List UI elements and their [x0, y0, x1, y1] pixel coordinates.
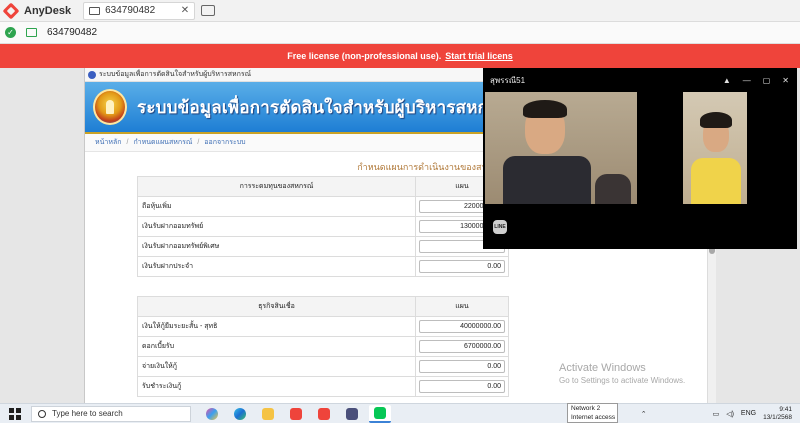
plan-value-input[interactable]: 40000000.00 [419, 320, 505, 333]
table-header-row: การระดมทุนของสหกรณ์ แผน [137, 176, 509, 197]
notification-chevron-icon[interactable]: ⌃ [641, 410, 647, 418]
table-row: ถือหุ้นเพิ่ม 2200000.00 [137, 196, 509, 217]
breadcrumb-home-link[interactable]: หน้าหลัก [95, 137, 121, 148]
clock-time: 9:41 [779, 405, 792, 413]
network-tooltip-name: Network 2 [571, 405, 601, 412]
participant-video-2[interactable] [683, 92, 747, 204]
site-favicon-icon [88, 70, 96, 79]
line-app-icon: LINE [493, 220, 507, 234]
row-label: เงินรับฝากออมทรัพย์พิเศษ [137, 236, 416, 257]
edge-app-icon[interactable] [229, 405, 251, 423]
line-taskbar-app-icon[interactable] [369, 404, 391, 423]
row-label: เงินให้กู้ยืมระยะสั้น - สุทธิ [137, 316, 416, 337]
table-header-label: การระดมทุนของสหกรณ์ [137, 176, 416, 197]
video-call-window[interactable]: สุพรรณี51 ▲ — ▢ ✕ LINE [483, 68, 797, 249]
copilot-app-icon[interactable] [201, 405, 223, 423]
plan-value-input[interactable]: 6700000.00 [419, 340, 505, 353]
credit-business-plan-table: ธุรกิจสินเชื่อ แผน เงินให้กู้ยืมระยะสั้น… [137, 296, 509, 397]
row-label: ถือหุ้นเพิ่ม [137, 196, 416, 217]
anydesk-app-name: AnyDesk [24, 4, 72, 17]
anydesk-app-icon[interactable] [285, 405, 307, 423]
plan-value-input[interactable]: 0.00 [419, 380, 505, 393]
row-label: รับชำระเงินกู้ [137, 376, 416, 397]
row-label: จ่ายเงินให้กู้ [137, 356, 416, 377]
anydesk-logo-icon [2, 2, 20, 19]
search-icon [38, 409, 46, 418]
input-language[interactable]: ENG [741, 410, 756, 417]
close-tab-icon[interactable]: ✕ [181, 5, 189, 16]
new-session-icon[interactable] [201, 5, 216, 16]
start-trial-link[interactable]: Start trial licens [445, 51, 513, 61]
pin-icon[interactable]: ▲ [723, 76, 731, 85]
anydesk-address-bar: ✓ 634790482 [0, 22, 800, 44]
license-text: Free license (non-professional use). [287, 51, 442, 61]
volume-icon[interactable]: ◁) [726, 410, 734, 418]
table-row: เงินรับฝากออมทรัพย์พิเศษ 0.00 [137, 236, 509, 257]
table-header-value: แผน [415, 296, 509, 317]
table-row: ดอกเบี้ยรับ 6700000.00 [137, 336, 509, 357]
participant-body [503, 156, 591, 204]
participant-body [691, 158, 741, 204]
row-label: ดอกเบี้ยรับ [137, 336, 416, 357]
close-icon[interactable]: ✕ [782, 76, 789, 85]
display-icon[interactable]: ▭ [713, 410, 720, 418]
license-banner: Free license (non-professional use). Sta… [0, 44, 800, 68]
breadcrumb-separator: / [126, 139, 129, 146]
cooperative-emblem-icon [93, 89, 127, 125]
anydesk-logo: AnyDesk [2, 2, 72, 19]
participant-video-1[interactable] [485, 92, 637, 204]
remote-desktop[interactable]: ระบบข้อมูลเพื่อการตัดสินใจสำหรับผู้บริหา… [0, 68, 800, 403]
minimize-icon[interactable]: — [743, 76, 751, 85]
table-row: เงินรับฝากประจำ 0.00 [137, 256, 509, 277]
activate-windows-title: Activate Windows [559, 362, 646, 374]
participant-hair [523, 100, 567, 118]
participant-hair [700, 112, 732, 128]
system-tray: ⌃ ▭ ◁) ENG 9:41 13/1/2568 [641, 406, 792, 422]
store-app-icon[interactable] [341, 405, 363, 423]
video-call-titlebar: สุพรรณี51 ▲ — ▢ ✕ [483, 68, 797, 92]
taskbar-clock[interactable]: 9:41 13/1/2568 [763, 406, 792, 422]
table-row: รับชำระเงินกู้ 0.00 [137, 376, 509, 397]
windows-taskbar: Type here to search ⌃ ▭ ◁) ENG 9:41 13/1… [0, 403, 800, 423]
windows-start-icon[interactable] [9, 407, 21, 420]
taskbar-apps [201, 404, 391, 423]
network-tooltip-status: Internet access [571, 414, 616, 421]
background-person [595, 174, 631, 204]
taskbar-search-input[interactable]: Type here to search [31, 405, 191, 422]
table-header-row: ธุรกิจสินเชื่อ แผน [137, 296, 509, 317]
breadcrumb-separator: / [197, 139, 200, 146]
activate-windows-watermark: Activate Windows Go to Settings to activ… [559, 362, 685, 385]
site-title: ระบบข้อมูลเพื่อการตัดสินใจสำหรับผู้บริหา… [137, 97, 514, 117]
video-call-title: สุพรรณี51 [490, 75, 526, 85]
table-header-label: ธุรกิจสินเชื่อ [137, 296, 416, 317]
connected-check-icon: ✓ [5, 27, 16, 38]
table-row: เงินรับฝากออมทรัพย์ 13000000.00 [137, 216, 509, 237]
plan-value-input[interactable]: 0.00 [419, 360, 505, 373]
session-tab[interactable]: 634790482 ✕ [83, 1, 196, 20]
remote-screen-icon[interactable] [26, 28, 37, 37]
window-controls: ▲ — ▢ ✕ [723, 76, 789, 85]
maximize-icon[interactable]: ▢ [763, 76, 771, 85]
anydesk-app-icon-2[interactable] [313, 405, 335, 423]
row-label: เงินรับฝากประจำ [137, 256, 416, 277]
breadcrumb-logout-link[interactable]: ออกจากระบบ [204, 137, 245, 148]
table-row: เงินให้กู้ยืมระยะสั้น - สุทธิ 40000000.0… [137, 316, 509, 337]
anydesk-titlebar: AnyDesk 634790482 ✕ [0, 0, 800, 22]
search-placeholder: Type here to search [52, 409, 123, 418]
file-explorer-app-icon[interactable] [257, 405, 279, 423]
network-tooltip: Network 2 Internet access [567, 403, 618, 423]
site-top-strip-text: ระบบข้อมูลเพื่อการตัดสินใจสำหรับผู้บริหา… [99, 71, 252, 78]
activate-windows-subtitle: Go to Settings to activate Windows. [559, 376, 686, 385]
plan-value-input[interactable]: 0.00 [419, 260, 505, 273]
breadcrumb-plan-link[interactable]: กำหนดแผนสหกรณ์ [133, 137, 192, 148]
clock-date: 13/1/2568 [763, 413, 792, 421]
anydesk-window: AnyDesk 634790482 ✕ ✓ 634790482 Free lic… [0, 0, 800, 423]
table-row: จ่ายเงินให้กู้ 0.00 [137, 356, 509, 377]
session-tab-label: 634790482 [105, 5, 156, 16]
address-input[interactable]: 634790482 [47, 27, 97, 38]
monitor-icon [89, 6, 101, 15]
row-label: เงินรับฝากออมทรัพย์ [137, 216, 416, 237]
fundraising-plan-table: การระดมทุนของสหกรณ์ แผน ถือหุ้นเพิ่ม 220… [137, 176, 509, 277]
